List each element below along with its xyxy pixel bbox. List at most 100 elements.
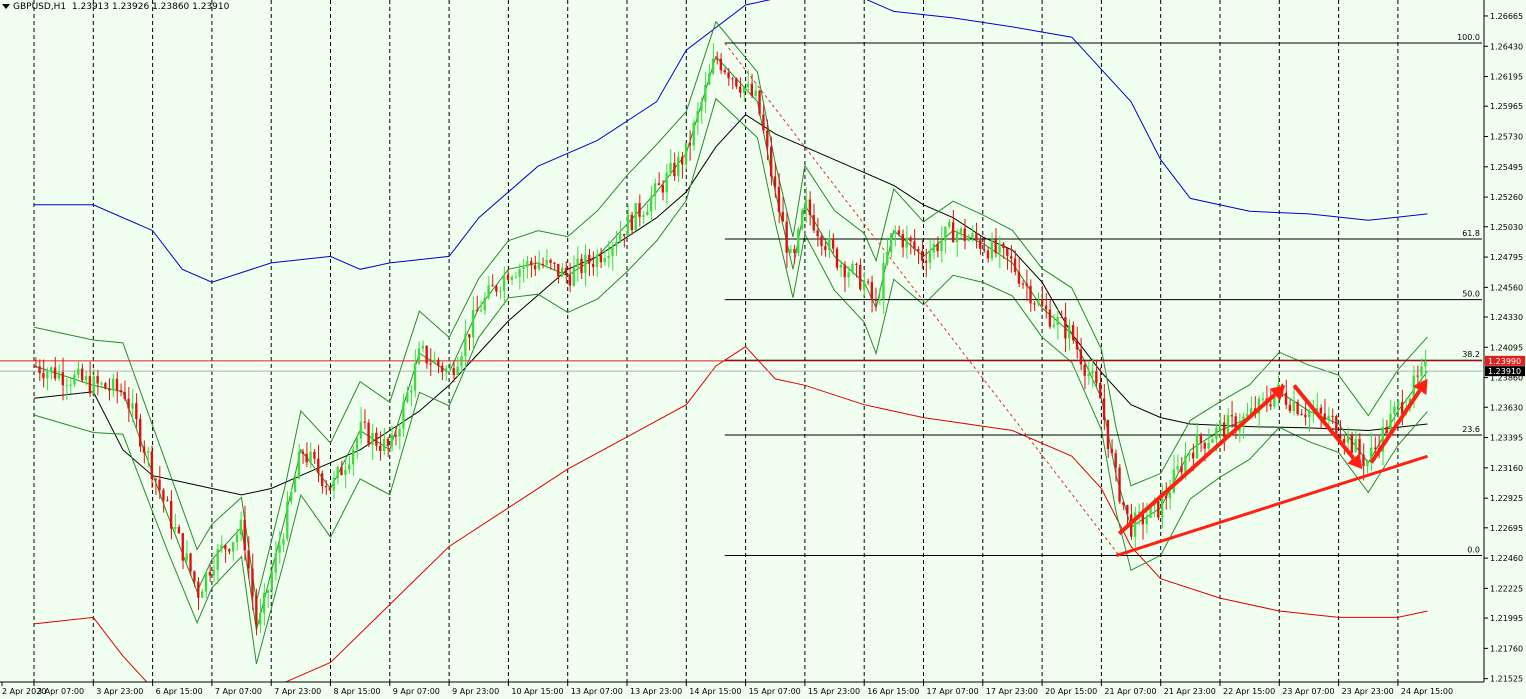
candle-body <box>642 215 645 217</box>
candle-body <box>413 363 417 391</box>
candle-body <box>1083 364 1086 376</box>
candle-body <box>932 243 935 253</box>
candle-body <box>286 501 289 539</box>
candle-body <box>1052 324 1055 327</box>
candle-body <box>545 259 548 265</box>
price-tick-label: 1.26195 <box>1490 73 1523 82</box>
candle-body <box>1068 325 1071 339</box>
candle-body <box>677 156 680 177</box>
candle-body <box>731 78 734 80</box>
candle-body <box>1269 404 1272 407</box>
price-tick-label: 1.24095 <box>1490 343 1523 352</box>
candle-body <box>444 368 448 372</box>
collapse-triangle-icon[interactable] <box>2 4 10 9</box>
candle-body <box>1350 434 1354 453</box>
candle-body <box>448 368 452 370</box>
candle-body <box>971 233 974 239</box>
candle-body <box>289 492 293 502</box>
candle-body <box>1180 466 1183 473</box>
candle-body <box>1137 511 1141 513</box>
candle-body <box>924 260 928 263</box>
candle-body <box>727 72 730 79</box>
candle-body <box>1168 492 1172 499</box>
candle-body <box>262 592 266 613</box>
candle-body <box>1048 309 1052 327</box>
candle-body <box>69 384 72 386</box>
candle-body <box>847 272 850 278</box>
price-tick-label: 1.26665 <box>1490 12 1523 21</box>
candle-body <box>169 501 173 529</box>
candle-body <box>700 101 703 112</box>
candle-body <box>317 458 320 474</box>
candle-body <box>998 243 1001 254</box>
ohlc-readout: 1.23913 1.23926 1.23860 1.23910 <box>71 2 230 12</box>
candle-body <box>1075 340 1079 350</box>
candle-body <box>491 285 494 287</box>
candle-body <box>332 478 335 491</box>
candle-body <box>162 489 165 501</box>
candle-body <box>1346 434 1350 443</box>
candle-body <box>1164 495 1168 499</box>
candle-body <box>228 549 231 552</box>
candle-body <box>270 572 274 591</box>
candle-body <box>630 214 634 231</box>
candle-body <box>220 545 223 549</box>
candle-body <box>475 309 479 312</box>
time-tick-label: 20 Apr 15:00 <box>1045 687 1097 696</box>
candle-body <box>1362 454 1365 467</box>
candle-body <box>661 185 664 193</box>
candle-body <box>313 451 316 459</box>
candle-body <box>595 254 599 267</box>
fib-level-label: 0.0 <box>1467 546 1480 555</box>
price-tick-label: 1.25030 <box>1490 223 1523 232</box>
candle-body <box>77 368 80 375</box>
candle-body <box>897 230 901 235</box>
candle-body <box>1342 439 1346 443</box>
candle-body <box>762 114 765 131</box>
candle-body <box>1145 517 1148 525</box>
candle-body <box>320 473 324 487</box>
candle-body <box>146 451 150 453</box>
candle-body <box>1091 371 1094 374</box>
chart-window[interactable]: 100.0 61.8 50.0 38.2 23.6 0.0 1.26665 1.26430 1.… <box>0 0 1526 699</box>
candle-body <box>959 228 963 234</box>
candle-body <box>119 390 123 393</box>
candle-body <box>955 233 959 243</box>
candle-body <box>777 186 781 212</box>
candle-body <box>382 438 386 451</box>
candle-body <box>1319 407 1323 414</box>
candle-body <box>1308 411 1311 418</box>
fib-level-label: 61.8 <box>1462 229 1480 238</box>
candle-body <box>1358 438 1361 455</box>
candle-body <box>212 570 215 576</box>
candle-body <box>568 274 572 286</box>
candle-body <box>456 366 459 376</box>
candle-body <box>1087 373 1090 376</box>
candle-body <box>646 211 649 216</box>
candle-body <box>139 419 142 447</box>
candle-body <box>769 146 773 177</box>
candle-body <box>537 264 541 270</box>
candle-body <box>1304 414 1307 418</box>
candle-body <box>131 403 134 409</box>
time-tick-label: 9 Apr 07:00 <box>393 687 440 696</box>
candle-body <box>1079 349 1083 365</box>
candle-body <box>1385 426 1388 433</box>
candle-body <box>200 591 204 598</box>
candle-body <box>429 363 432 365</box>
candle-body <box>766 130 769 147</box>
candle-body <box>92 376 95 394</box>
candle-body <box>599 254 603 263</box>
candle-body <box>839 264 843 268</box>
price-chart[interactable]: 100.0 61.8 50.0 38.2 23.6 0.0 1.26665 1.26430 1.… <box>0 0 1526 699</box>
candle-body <box>348 464 351 470</box>
candle-body <box>344 469 347 476</box>
candle-body <box>1284 392 1288 405</box>
candle-body <box>634 203 637 231</box>
candle-body <box>65 384 68 386</box>
candle-body <box>994 239 997 254</box>
candle-body <box>166 500 169 502</box>
candle-body <box>653 183 657 197</box>
candle-body <box>1261 398 1264 400</box>
candle-body <box>665 172 668 193</box>
